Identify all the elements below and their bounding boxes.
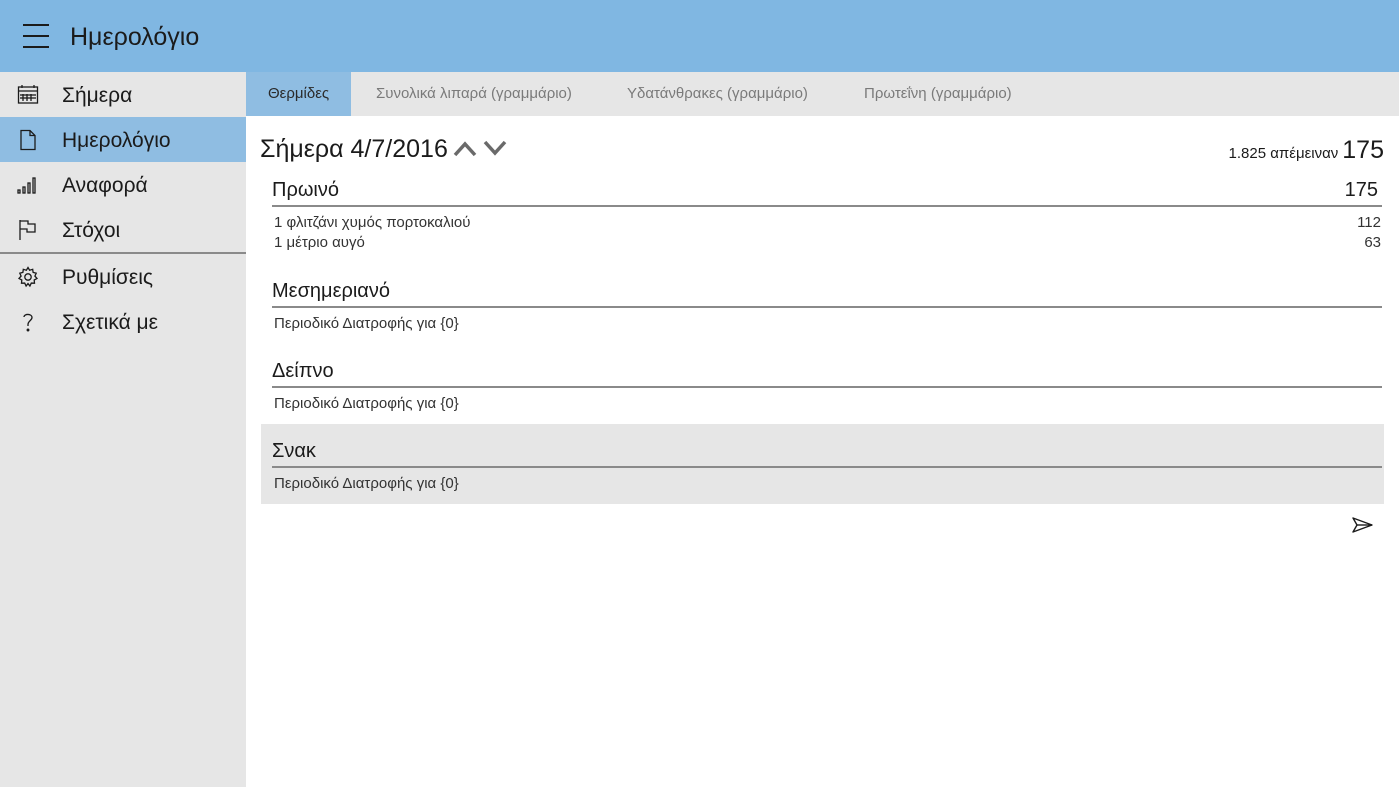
meal-section-breakfast: Πρωινό 175 1 φλιτζάνι χυμός πορτοκαλιού … [261,175,1384,257]
meal-title: Μεσημεριανό [272,280,390,302]
meal-empty-text: Περιοδικό Διατροφής για {0} [274,395,459,412]
meal-title: Πρωινό [272,179,340,201]
document-icon [16,128,40,152]
hamburger-menu-icon[interactable] [14,14,58,58]
food-calories: 112 [1357,214,1381,231]
meal-title: Δείπνο [272,360,334,382]
sidebar-item-report[interactable]: Αναφορά [0,162,246,207]
remaining-label: 1.825 απέμειναν [1228,145,1339,162]
tab-calories[interactable]: Θερμίδες [246,72,352,116]
sidebar-item-label: Σήμερα [62,84,133,107]
send-icon [1352,517,1373,533]
list-item[interactable]: 1 φλιτζάνι χυμός πορτοκαλιού 112 [274,213,1381,233]
send-button[interactable] [1350,514,1376,536]
question-icon [16,310,40,334]
tab-total-fat[interactable]: Συνολικά λιπαρά (γραμμάριο) [376,72,572,116]
tab-protein[interactable]: Πρωτεΐνη (γραμμάριο) [864,72,1012,116]
metric-tab-bar: Θερμίδες Συνολικά λιπαρά (γραμμάριο) Υδα… [246,72,1399,116]
food-calories: 63 [1364,234,1381,251]
meal-empty-text: Περιοδικό Διατροφής για {0} [274,315,459,332]
sidebar-item-today[interactable]: Σήμερα [0,72,246,117]
title-bar: Ημερολόγιο [0,0,1399,72]
chevron-up-icon [453,141,477,157]
date-label: Σήμερα 4/7/2016 [260,135,448,163]
next-day-button[interactable] [482,136,508,162]
sidebar-item-label: Στόχοι [62,219,121,242]
sidebar-item-settings[interactable]: Ρυθμίσεις [0,254,246,299]
food-name: 1 φλιτζάνι χυμός πορτοκαλιού [274,214,471,231]
app-title: Ημερολόγιο [70,23,200,51]
sidebar-item-diary[interactable]: Ημερολόγιο [0,117,246,162]
meal-header[interactable]: Μεσημεριανό [272,276,1382,308]
sidebar-item-about[interactable]: Σχετικά με [0,299,246,344]
sidebar-item-label: Σχετικά με [62,311,159,334]
previous-day-button[interactable] [452,136,478,162]
meal-section-lunch: Μεσημεριανό Περιοδικό Διατροφής για {0} [261,276,1384,338]
remaining-value: 175 [1342,136,1384,164]
sidebar-item-label: Ρυθμίσεις [62,266,154,289]
food-name: 1 μέτριο αυγό [274,234,365,251]
meal-header[interactable]: Πρωινό 175 [272,175,1382,207]
signal-bars-icon [16,173,40,197]
meal-total: 175 [1344,179,1378,201]
meal-header[interactable]: Σνακ [272,436,1382,468]
meal-title: Σνακ [272,440,316,462]
list-item[interactable]: 1 μέτριο αυγό 63 [274,233,1381,253]
sidebar-item-label: Ημερολόγιο [62,129,171,152]
sidebar-item-goals[interactable]: Στόχοι [0,207,246,252]
calendar-icon [16,83,40,107]
meal-empty-text: Περιοδικό Διατροφής για {0} [274,475,459,492]
meal-header[interactable]: Δείπνο [272,356,1382,388]
flag-icon [16,218,40,242]
sidebar-item-label: Αναφορά [62,174,148,197]
sidebar: Σήμερα Ημερολόγιο Αναφορά Στόχοι Ρυθμίσε… [0,72,246,787]
tab-carbohydrates[interactable]: Υδατάνθρακες (γραμμάριο) [627,72,808,116]
meal-section-dinner: Δείπνο Περιοδικό Διατροφής για {0} [261,356,1384,418]
calories-remaining: 1.825 απέμειναν 175 [1229,136,1384,165]
chevron-down-icon [483,140,507,156]
gear-icon [16,265,40,289]
meal-section-snack: Σνακ Περιοδικό Διατροφής για {0} [261,424,1384,504]
